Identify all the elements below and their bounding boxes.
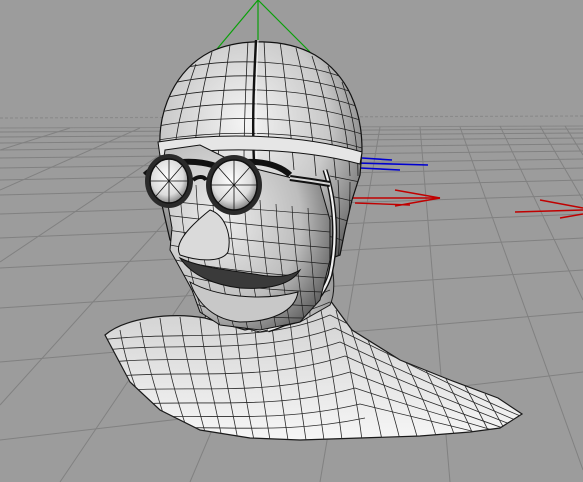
goggle-left-lens[interactable]: [145, 154, 193, 208]
viewport-canvas[interactable]: [0, 0, 583, 482]
goggle-right-lens[interactable]: [206, 155, 262, 215]
3d-viewport[interactable]: [0, 0, 583, 482]
